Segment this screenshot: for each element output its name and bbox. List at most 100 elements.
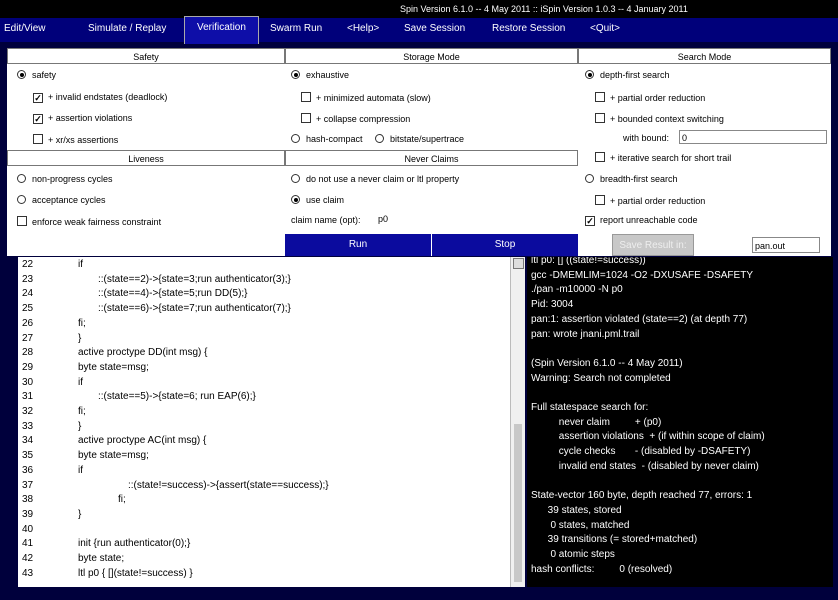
search-mode-header: Search Mode [578, 48, 831, 64]
liveness-header: Liveness [7, 150, 285, 166]
tab-edit-view[interactable]: Edit/View [4, 23, 46, 34]
collapse-compression-checkbox[interactable]: + collapse compression [301, 113, 410, 124]
line-number: 38 [22, 494, 34, 506]
tab-swarm-run[interactable]: Swarm Run [270, 23, 322, 34]
console-line: cycle checks - (disabled by -DSAFETY) [531, 446, 751, 458]
tab-quit[interactable]: <Quit> [590, 23, 620, 34]
tab-save-session[interactable]: Save Session [404, 23, 465, 34]
code-editor[interactable]: 22 if 23::(state==2)->{state=3;run authent… [18, 257, 510, 587]
line-number: 33 [22, 420, 34, 432]
exhaustive-option[interactable]: exhaustive [291, 70, 349, 80]
console-line: 0 atomic steps [531, 549, 615, 560]
depth-first-search-option[interactable]: depth-first search [585, 70, 670, 80]
checkbox-checked-icon: ✓ [33, 114, 43, 124]
line-number: 27 [22, 332, 34, 344]
breadth-first-search-option[interactable]: breadth-first search [585, 174, 678, 184]
console-line: ./pan -m10000 -N p0 [531, 284, 623, 296]
scroll-thumb[interactable] [514, 424, 522, 582]
console-line: Warning: Search not completed [531, 372, 671, 384]
code-line: } [78, 508, 82, 520]
iterative-search-checkbox[interactable]: + iterative search for short trail [595, 152, 731, 163]
code-line: ::(state==2)->{state=3;run authenticator… [98, 273, 291, 285]
code-line: fi; [78, 317, 86, 329]
console-line: ltl p0: [] ((state!=success)) [531, 257, 646, 266]
line-number: 42 [22, 553, 34, 564]
title-bar: Spin Version 6.1.0 -- 4 May 2011 :: iSpi… [0, 0, 838, 18]
claim-name-input[interactable]: p0 [376, 212, 576, 226]
checkbox-icon [595, 195, 605, 205]
xrxs-assertions-checkbox[interactable]: + xr/xs assertions [33, 134, 118, 145]
checkbox-icon [33, 134, 43, 144]
console-line: pan: wrote jnani.pml.trail [531, 328, 640, 340]
menu-bar: Edit/View Simulate / Replay Verification… [0, 16, 838, 44]
line-number: 34 [22, 435, 34, 447]
line-number: 23 [22, 273, 34, 285]
tab-restore-session[interactable]: Restore Session [492, 23, 565, 34]
console-line: assertion violations + (if within scope … [531, 431, 765, 443]
code-line: if [78, 259, 83, 270]
partial-order-checkbox[interactable]: + partial order reduction [595, 92, 705, 103]
code-line: byte state; [78, 553, 125, 564]
bfs-partial-order-checkbox[interactable]: + partial order reduction [595, 195, 705, 206]
report-unreachable-checkbox[interactable]: ✓ report unreachable code [585, 215, 698, 226]
save-result-button[interactable]: Save Result in: [612, 234, 694, 256]
tab-verification[interactable]: Verification [184, 16, 259, 44]
minimized-automata-checkbox[interactable]: + minimized automata (slow) [301, 92, 431, 103]
line-number: 31 [22, 391, 34, 403]
safety-option[interactable]: safety [17, 70, 56, 80]
storage-mode-header: Storage Mode [285, 48, 578, 64]
save-file-input[interactable]: pan.out [752, 237, 820, 253]
code-line: } [78, 420, 82, 432]
code-line: if [78, 464, 83, 476]
checkbox-icon [595, 152, 605, 162]
line-number: 41 [22, 538, 34, 550]
radio-icon [17, 195, 26, 204]
console-line: 39 states, stored [531, 504, 622, 516]
console-line: 0 states, matched [531, 519, 630, 531]
with-bound-input[interactable]: 0 [679, 130, 827, 144]
stop-button[interactable]: Stop [432, 234, 578, 256]
safety-header: Safety [7, 48, 285, 64]
run-button[interactable]: Run [285, 234, 431, 256]
checkbox-icon [595, 92, 605, 102]
never-claims-header: Never Claims [285, 150, 578, 166]
acceptance-cycles-option[interactable]: acceptance cycles [17, 195, 106, 205]
invalid-endstates-checkbox[interactable]: ✓ + invalid endstates (deadlock) [33, 92, 167, 103]
editor-scrollbar[interactable] [510, 257, 525, 587]
code-line: } [78, 332, 82, 344]
non-progress-option[interactable]: non-progress cycles [17, 174, 113, 184]
scroll-up-icon[interactable] [513, 258, 524, 269]
output-console: ltl p0: [] ((state!=success)) gcc -DMEMLI… [527, 257, 833, 587]
code-line: ::(state==4)->{state=5;run DD(5);} [98, 288, 248, 300]
tab-simulate-replay[interactable]: Simulate / Replay [88, 23, 166, 34]
console-line: gcc -DMEMLIM=1024 -O2 -DXUSAFE -DSAFETY [531, 269, 753, 281]
hash-compact-option[interactable]: hash-compact [291, 134, 363, 144]
line-number: 35 [22, 450, 34, 462]
line-number: 29 [22, 361, 34, 373]
radio-icon [17, 174, 26, 183]
line-number: 25 [22, 303, 34, 315]
radio-icon [291, 134, 300, 143]
radio-icon [375, 134, 384, 143]
no-never-claim-option[interactable]: do not use a never claim or ltl property [291, 174, 459, 184]
with-bound-label: with bound: [623, 133, 670, 143]
radio-icon [291, 70, 300, 79]
code-line: ::(state!=success)->{assert(state==succe… [128, 479, 329, 491]
radio-icon [291, 174, 300, 183]
weak-fairness-checkbox[interactable]: enforce weak fairness constraint [17, 216, 161, 227]
checkbox-checked-icon: ✓ [585, 216, 595, 226]
radio-icon [291, 195, 300, 204]
line-number: 26 [22, 317, 34, 329]
checkbox-icon [595, 113, 605, 123]
code-line: ::(state==5)->{state=6; run EAP(6);} [98, 391, 256, 403]
assertion-violations-checkbox[interactable]: ✓ + assertion violations [33, 113, 132, 124]
line-number: 22 [22, 259, 34, 270]
use-claim-option[interactable]: use claim [291, 195, 344, 205]
checkbox-icon [301, 92, 311, 102]
tab-help[interactable]: <Help> [347, 23, 379, 34]
bounded-context-checkbox[interactable]: + bounded context switching [595, 113, 724, 124]
verification-options-panel: Safety Storage Mode Search Mode safety ✓… [7, 48, 831, 256]
code-line: active proctype AC(int msg) { [78, 435, 207, 447]
bitstate-option[interactable]: bitstate/supertrace [375, 134, 464, 144]
checkbox-icon [301, 113, 311, 123]
